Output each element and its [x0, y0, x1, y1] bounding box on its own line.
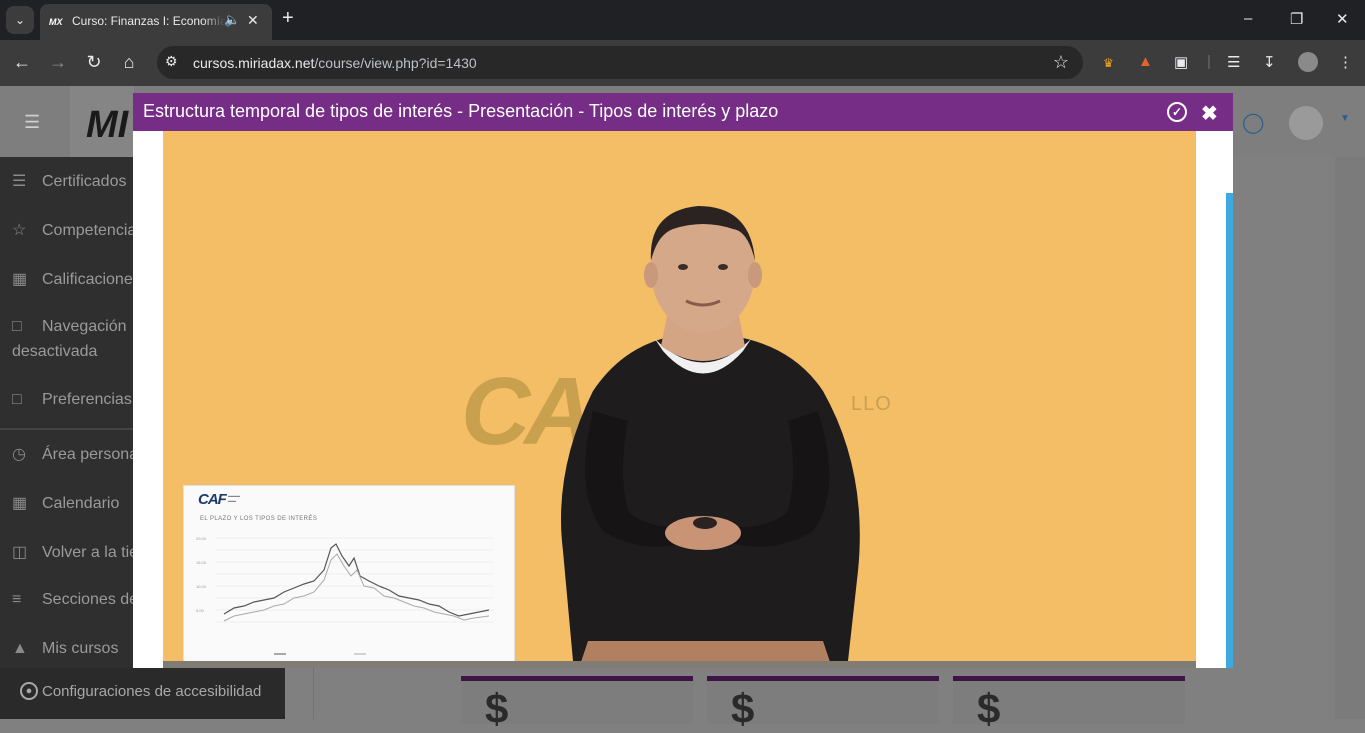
home-icon[interactable]: ⌂: [118, 52, 140, 73]
presentation-slide: CAF ▬▬▬ ▬▬ EL PLAZO Y LOS TIPOS DE INTERÉ…: [183, 485, 515, 668]
folder-icon: □: [12, 391, 22, 408]
sidebar-item-label: Competencias: [42, 222, 133, 239]
course-card[interactable]: $: [953, 676, 1185, 732]
star-icon: ☆: [12, 222, 27, 239]
download-icon[interactable]: ↧: [1263, 53, 1276, 71]
browser-toolbar: ← → ↻ ⌂ ⚙ cursos.miriadax.net/course/vie…: [0, 40, 1365, 86]
reload-icon[interactable]: ↻: [83, 52, 105, 73]
presenter-figure: [561, 206, 860, 668]
sidebar-item-label: Área personal: [42, 446, 133, 463]
modal-title: Estructura temporal de tipos de interés …: [143, 101, 779, 121]
video-progress-track[interactable]: [163, 661, 1196, 668]
accessibility-icon: ●: [20, 682, 38, 700]
forward-icon[interactable]: →: [47, 52, 69, 73]
slide-logo-tagline: ▬▬▬ ▬▬: [228, 493, 240, 503]
list-icon: ≡: [12, 591, 22, 608]
sidebar-item-label: Certificados: [42, 173, 127, 190]
tab-search-button[interactable]: ⌄: [6, 6, 34, 34]
calendar-icon: ▦: [12, 495, 28, 512]
sidebar-item-calificaciones[interactable]: ▦ Calificaciones: [12, 269, 133, 289]
bookmark-star-icon[interactable]: ☆: [1053, 52, 1069, 73]
accessibility-label: Configuraciones de accesibilidad: [42, 683, 262, 700]
layers-icon: ☰: [12, 173, 27, 190]
dollar-icon: $: [977, 685, 1001, 732]
course-card[interactable]: $: [461, 676, 693, 732]
sidebar-item-preferencias[interactable]: □ Preferencias: [12, 391, 132, 409]
plus-icon[interactable]: +: [282, 7, 294, 30]
svg-text:20.00: 20.00: [196, 536, 207, 541]
sidebar-item-secciones[interactable]: ≡ Secciones del curso: [12, 591, 133, 609]
svg-text:5.00: 5.00: [196, 608, 205, 613]
crown-icon[interactable]: ♛: [1103, 56, 1114, 70]
sidebar-item-label: Navegación: [42, 318, 127, 335]
sidebar-item-label: Preferencias: [42, 391, 132, 408]
profile-icon[interactable]: [1298, 52, 1318, 72]
sidebar-item-label: desactivada: [12, 343, 98, 360]
svg-text:10.00: 10.00: [196, 584, 207, 589]
slide-title: EL PLAZO Y LOS TIPOS DE INTERÉS: [200, 516, 318, 522]
back-icon[interactable]: ←: [11, 52, 33, 73]
sidebar-item-area-personal[interactable]: ◷ Área personal: [12, 444, 133, 464]
svg-text:15.00: 15.00: [196, 560, 207, 565]
book-icon: ▦: [12, 271, 28, 288]
close-icon[interactable]: ✖: [1201, 101, 1218, 126]
dollar-icon: $: [485, 685, 509, 732]
video-modal: Estructura temporal de tipos de interés …: [133, 93, 1233, 668]
url-text: cursos.miriadax.net/course/view.php?id=1…: [193, 55, 477, 71]
close-icon[interactable]: ✕: [1336, 10, 1349, 28]
tab-title: Curso: Finanzas I: Economía: [72, 14, 226, 28]
site-logo-text: MI: [86, 104, 129, 146]
site-info-icon[interactable]: ⚙: [165, 53, 178, 70]
minimize-icon[interactable]: –: [1244, 10, 1252, 27]
sidebar-item-volver-tienda[interactable]: ◫ Volver a la tienda: [12, 542, 133, 562]
sidebar-item-navegacion[interactable]: □ Navegación: [12, 318, 127, 336]
sidebar: ☰ Certificados ☆ Competencias ▦ Calificacio…: [0, 157, 133, 668]
check-circle-icon[interactable]: ✓: [1167, 102, 1187, 122]
sidebar-item-label: Calificaciones: [42, 271, 133, 288]
modal-scrollbar[interactable]: [1226, 193, 1233, 668]
sidebar-item-label: Volver a la tienda: [42, 544, 133, 561]
media-control-icon[interactable]: ☰: [1227, 53, 1240, 71]
site-favicon: MX: [49, 17, 63, 27]
sidebar-item-label: Mis cursos: [42, 640, 119, 657]
accessibility-settings-button[interactable]: ● Configuraciones de accesibilidad: [0, 668, 285, 719]
sidebar-item-competencias[interactable]: ☆ Competencias: [12, 220, 133, 240]
dashboard-icon: ◷: [12, 446, 26, 463]
browser-tab[interactable]: MX Curso: Finanzas I: Economía 🔈 ✕: [40, 4, 272, 40]
sidebar-item-label: Calendario: [42, 495, 120, 512]
puzzle-icon[interactable]: ▣: [1174, 53, 1188, 71]
course-card[interactable]: $: [707, 676, 939, 732]
restore-icon[interactable]: ❐: [1290, 10, 1303, 28]
site-logo[interactable]: MI: [70, 86, 134, 157]
graduation-cap-icon[interactable]: ▲: [1138, 53, 1153, 70]
sidebar-item-navegacion-line2: desactivada: [12, 343, 97, 361]
dollar-icon: $: [731, 685, 755, 732]
avatar[interactable]: [1289, 106, 1323, 140]
tab-strip: ⌄ MX Curso: Finanzas I: Economía 🔈 ✕ + –…: [0, 0, 1365, 40]
cart-icon: ◫: [12, 544, 28, 561]
folder-icon: □: [12, 318, 22, 335]
slide-logo: CAF: [198, 491, 227, 508]
close-icon[interactable]: ✕: [247, 12, 259, 29]
modal-header: Estructura temporal de tipos de interés …: [133, 93, 1233, 131]
sidebar-item-calendario[interactable]: ▦ Calendario: [12, 493, 119, 513]
speaker-icon[interactable]: 🔈: [224, 12, 240, 28]
sidebar-divider: [0, 428, 133, 430]
slide-chart: 20.00 15.00 10.00 5.00: [196, 536, 494, 655]
video-player[interactable]: CAF LLO CAF ▬▬▬ ▬▬ EL PLAZO Y LOS TIPOS …: [163, 131, 1196, 668]
url-host: cursos.miriadax.net: [193, 55, 315, 71]
sidebar-item-label: Secciones del curso: [42, 591, 133, 608]
messages-icon[interactable]: ◯: [1242, 110, 1264, 135]
url-path: /course/view.php?id=1430: [314, 55, 477, 71]
hamburger-menu-icon[interactable]: ☰: [24, 112, 40, 133]
graduation-cap-icon: ▲: [12, 640, 28, 657]
address-bar[interactable]: ⚙ cursos.miriadax.net/course/view.php?id…: [157, 46, 1083, 79]
right-gutter: [1335, 157, 1365, 719]
toolbar-divider: |: [1207, 53, 1211, 70]
chevron-down-icon[interactable]: ▼: [1340, 113, 1350, 124]
sidebar-item-mis-cursos[interactable]: ▲ Mis cursos: [12, 640, 118, 658]
sidebar-item-certificados[interactable]: ☰ Certificados: [12, 171, 126, 191]
kebab-menu-icon[interactable]: ⋮: [1338, 53, 1353, 71]
